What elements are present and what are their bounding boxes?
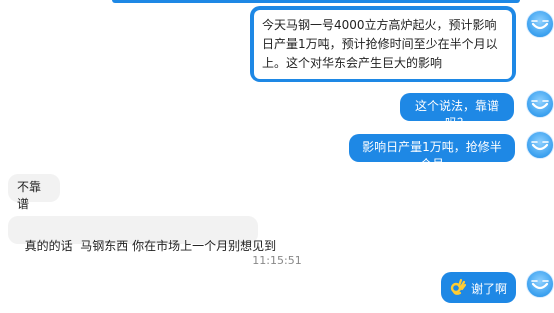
message-bubble-outgoing[interactable]: 谢了啊 xyxy=(441,272,516,303)
message-bubble-incoming[interactable]: 不靠谱 xyxy=(8,174,60,211)
smiley-face-icon xyxy=(531,141,549,151)
user-avatar[interactable] xyxy=(526,10,554,38)
message-text: 这个说法，靠谱吗？ xyxy=(414,99,499,130)
message-text: 谢了啊 xyxy=(471,282,508,296)
ok-hand-icon xyxy=(449,278,467,301)
message-timestamp: 11:15:51 xyxy=(252,254,302,267)
smiley-face-icon xyxy=(531,100,549,110)
smiley-face-icon xyxy=(531,20,549,30)
message-text: 不靠谱 xyxy=(17,180,42,211)
message-bubble-outgoing[interactable]: 今天马钢一号4000立方高炉起火，预计影响日产量1万吨，预计抢修时间至少在半个月… xyxy=(250,6,516,82)
smiley-face-icon xyxy=(531,280,549,290)
message-text: 真的的话 马钢东西 你在市场上一个月别想见到 xyxy=(24,239,277,253)
message-bubble-incoming[interactable]: 真的的话 马钢东西 你在市场上一个月别想见到 xyxy=(8,216,276,253)
user-avatar[interactable] xyxy=(526,131,554,159)
message-bubble-outgoing[interactable]: 影响日产量1万吨，抢修半个月 xyxy=(349,134,515,171)
quoted-message-text: 今天马钢一号4000立方高炉起火，预计影响日产量1万吨，预计抢修时间至少在半个月… xyxy=(254,10,512,79)
user-avatar[interactable] xyxy=(526,270,554,298)
message-bubble-outgoing[interactable]: 这个说法，靠谱吗？ xyxy=(400,93,514,130)
user-avatar[interactable] xyxy=(526,90,554,118)
message-text: 影响日产量1万吨，抢修半个月 xyxy=(362,140,502,171)
previous-bubble-edge xyxy=(112,0,520,3)
